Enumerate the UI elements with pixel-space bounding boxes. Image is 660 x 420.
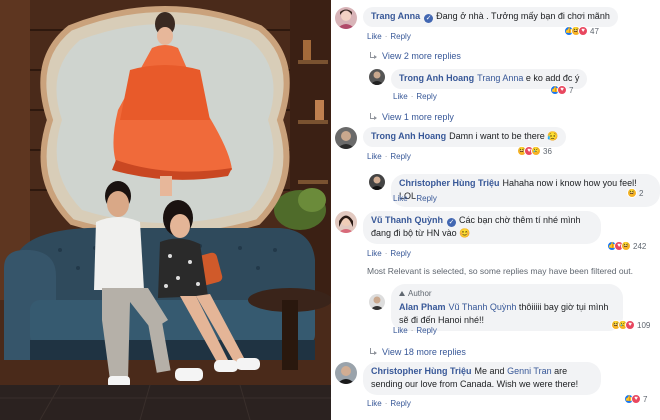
comment-text: Đang ở nhà . Tưởng mấy bạn đi chơi mãnh bbox=[436, 11, 610, 21]
author-name[interactable]: Trang Anna bbox=[371, 11, 420, 21]
view-more-label: View 18 more replies bbox=[382, 347, 466, 357]
view-more-label: View 2 more replies bbox=[382, 51, 461, 61]
reply-arrow-icon bbox=[369, 52, 378, 60]
comment-actions: Like · Reply bbox=[393, 326, 437, 335]
reply-link[interactable]: Reply bbox=[416, 326, 436, 335]
like-link[interactable]: Like bbox=[393, 92, 408, 101]
reaction-count: 2 bbox=[639, 188, 644, 198]
reaction-summary[interactable]: 😆 ♥ 😢 36 bbox=[517, 146, 552, 156]
like-link[interactable]: Like bbox=[367, 152, 382, 161]
comment: Christopher Hùng Triệu Me and Genni Tran … bbox=[335, 362, 601, 395]
comment-text: e ko add đc ý bbox=[525, 73, 580, 83]
reply-link[interactable]: Reply bbox=[390, 399, 410, 408]
reply-arrow-icon bbox=[369, 113, 378, 121]
author-name[interactable]: Christopher Hùng Triệu bbox=[399, 178, 500, 188]
author-pin-icon bbox=[399, 291, 405, 296]
view-more-replies[interactable]: View 1 more reply bbox=[369, 112, 454, 122]
avatar[interactable] bbox=[335, 7, 357, 29]
author-name[interactable]: Christopher Hùng Triệu bbox=[371, 366, 472, 376]
haha-reaction-icon: 😆 bbox=[627, 188, 637, 198]
reply-comment: Author Alan Pham Vũ Thanh Quỳnh thôiiiii … bbox=[369, 284, 623, 331]
reply-link[interactable]: Reply bbox=[390, 32, 410, 41]
sad-reaction-icon: 😢 bbox=[531, 146, 541, 156]
view-more-replies[interactable]: View 18 more replies bbox=[369, 347, 466, 357]
verified-icon: ✓ bbox=[424, 14, 434, 23]
reply-link[interactable]: Reply bbox=[390, 249, 410, 258]
reaction-summary[interactable]: 👍 ♥ 7 bbox=[624, 394, 647, 404]
view-more-replies[interactable]: View 2 more replies bbox=[369, 51, 461, 61]
reaction-count: 36 bbox=[543, 146, 552, 156]
reaction-count: 109 bbox=[637, 320, 651, 330]
love-reaction-icon: ♥ bbox=[631, 394, 641, 404]
comment-actions: Like · Reply bbox=[367, 249, 411, 258]
smile-emoji: 😊 bbox=[459, 228, 471, 238]
sad-emoji: 😥 bbox=[547, 131, 559, 141]
reaction-count: 7 bbox=[643, 394, 648, 404]
like-link[interactable]: Like bbox=[393, 326, 408, 335]
view-more-label: View 1 more reply bbox=[382, 112, 454, 122]
reaction-summary[interactable]: 😆 2 bbox=[627, 188, 643, 198]
avatar[interactable] bbox=[369, 69, 385, 85]
comment-bubble: Trang Anna ✓ Đang ở nhà . Tưởng mấy bạn đi… bbox=[363, 7, 618, 27]
comment-bubble: Trong Anh Hoang Damn i want to be there 😥 bbox=[363, 127, 567, 147]
love-reaction-icon: ♥ bbox=[557, 85, 567, 95]
reply-link[interactable]: Reply bbox=[416, 92, 436, 101]
avatar[interactable] bbox=[335, 362, 357, 384]
comment-bubble: Author Alan Pham Vũ Thanh Quỳnh thôiiiii … bbox=[391, 284, 623, 331]
avatar[interactable] bbox=[335, 211, 357, 233]
like-link[interactable]: Like bbox=[393, 194, 408, 203]
verified-icon: ✓ bbox=[447, 218, 456, 227]
author-badge: Author bbox=[399, 287, 615, 300]
reaction-count: 242 bbox=[633, 241, 647, 251]
photo-image bbox=[0, 0, 331, 420]
photo-panel bbox=[0, 0, 331, 420]
author-name[interactable]: Vũ Thanh Quỳnh bbox=[371, 215, 443, 225]
comment-bubble: Christopher Hùng Triệu Me and Genni Tran … bbox=[363, 362, 601, 395]
avatar[interactable] bbox=[369, 174, 385, 190]
reaction-count: 47 bbox=[590, 26, 599, 36]
mention-link[interactable]: Vũ Thanh Quỳnh bbox=[449, 302, 517, 312]
comment-actions: Like · Reply bbox=[393, 194, 437, 203]
filter-notice: Most Relevant is selected, so some repli… bbox=[367, 266, 633, 276]
like-link[interactable]: Like bbox=[367, 32, 382, 41]
avatar[interactable] bbox=[335, 127, 357, 149]
author-name[interactable]: Trong Anh Hoang bbox=[371, 131, 446, 141]
comment-bubble: Vũ Thanh Quỳnh ✓ Các bạn chờ thêm tí nhé m… bbox=[363, 211, 601, 244]
reaction-summary[interactable]: 👍 ♥ 7 bbox=[550, 85, 573, 95]
reaction-count: 7 bbox=[569, 85, 574, 95]
comments-panel: Trang Anna ✓ Đang ở nhà . Tưởng mấy bạn đi… bbox=[331, 0, 660, 420]
comment-actions: Like · Reply bbox=[393, 92, 437, 101]
comment-actions: Like · Reply bbox=[367, 152, 411, 161]
love-reaction-icon: ♥ bbox=[578, 26, 588, 36]
author-name[interactable]: Trong Anh Hoang bbox=[399, 73, 474, 83]
mention-link[interactable]: Trang Anna bbox=[477, 73, 523, 83]
avatar[interactable] bbox=[369, 294, 385, 310]
mention-link[interactable]: Genni Tran bbox=[507, 366, 552, 376]
like-link[interactable]: Like bbox=[367, 249, 382, 258]
reaction-summary[interactable]: 👍 ♥ 😆 242 bbox=[607, 241, 646, 251]
reply-link[interactable]: Reply bbox=[416, 194, 436, 203]
comment-actions: Like · Reply bbox=[367, 399, 411, 408]
reaction-summary[interactable]: 😆 😢 ♥ 109 bbox=[611, 320, 650, 330]
reply-arrow-icon bbox=[369, 348, 378, 356]
author-name[interactable]: Alan Pham bbox=[399, 302, 446, 312]
comment-actions: Like · Reply bbox=[367, 32, 411, 41]
love-reaction-icon: ♥ bbox=[625, 320, 635, 330]
comment: Vũ Thanh Quỳnh ✓ Các bạn chờ thêm tí nhé m… bbox=[335, 211, 601, 244]
reply-link[interactable]: Reply bbox=[390, 152, 410, 161]
like-link[interactable]: Like bbox=[367, 399, 382, 408]
haha-reaction-icon: 😆 bbox=[621, 241, 631, 251]
reaction-summary[interactable]: 👍 😆 ♥ 47 bbox=[564, 26, 599, 36]
comment-text: Me and bbox=[474, 366, 505, 376]
comment-text: Damn i want to be there bbox=[449, 131, 545, 141]
